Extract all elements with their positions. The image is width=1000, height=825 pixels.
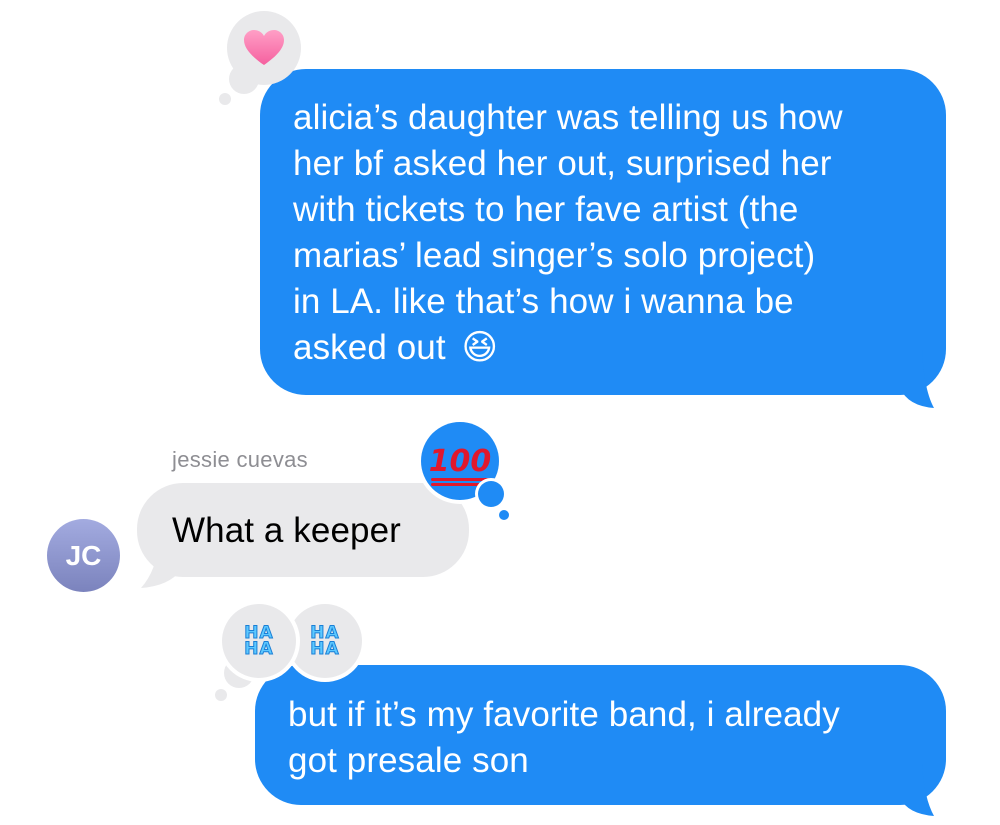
bubble-tail-outgoing-1 xyxy=(900,350,934,408)
tapback-tail-dot-small xyxy=(219,93,231,105)
message-text-line: but if it’s my favorite band, i already xyxy=(288,695,840,734)
grinning-squinting-emoji: 😆 xyxy=(461,328,499,368)
tapback-value: 100 xyxy=(428,443,492,479)
avatar[interactable]: JC xyxy=(47,519,120,592)
sender-name: jessie cuevas xyxy=(172,447,308,472)
message-text: What a keeper xyxy=(172,511,401,550)
tapback-tail-dot-small xyxy=(215,689,227,701)
bubble-tail-outgoing-2 xyxy=(900,764,934,816)
hundred-underline xyxy=(430,477,492,481)
hundred-points-icon: 100 xyxy=(428,443,492,486)
message-text-line: with tickets to her fave artist (the xyxy=(293,190,799,229)
tapback-haha[interactable]: HA HA xyxy=(222,604,296,678)
haha-icon: HA HA xyxy=(244,623,274,659)
message-text-line: her bf asked her out, surprised her xyxy=(293,144,832,183)
avatar-initials: JC xyxy=(65,539,102,571)
tapback-tail-dot-small xyxy=(499,510,509,520)
tapback-tail-dot xyxy=(478,481,504,507)
tapback-heart[interactable] xyxy=(227,11,301,85)
message-text-line: asked out xyxy=(293,328,446,367)
haha-icon: HA HA xyxy=(310,623,340,659)
message-bubble-incoming[interactable]: What a keeper xyxy=(137,483,469,577)
message-bubble-outgoing-2[interactable]: but if it’s my favorite band, i already … xyxy=(255,665,946,805)
message-bubble-outgoing-1[interactable]: alicia’s daughter was telling us how her… xyxy=(260,69,946,395)
message-text-line: got presale son xyxy=(288,741,529,780)
message-text-line: alicia’s daughter was telling us how xyxy=(293,98,843,137)
message-text-line: marias’ lead singer’s solo project) xyxy=(293,236,816,275)
tapback-haha[interactable]: HA HA xyxy=(288,604,362,678)
message-text-line: asked out 😆 xyxy=(293,325,926,371)
heart-icon xyxy=(244,30,284,65)
message-text-line: in LA. like that’s how i wanna be xyxy=(293,282,794,321)
